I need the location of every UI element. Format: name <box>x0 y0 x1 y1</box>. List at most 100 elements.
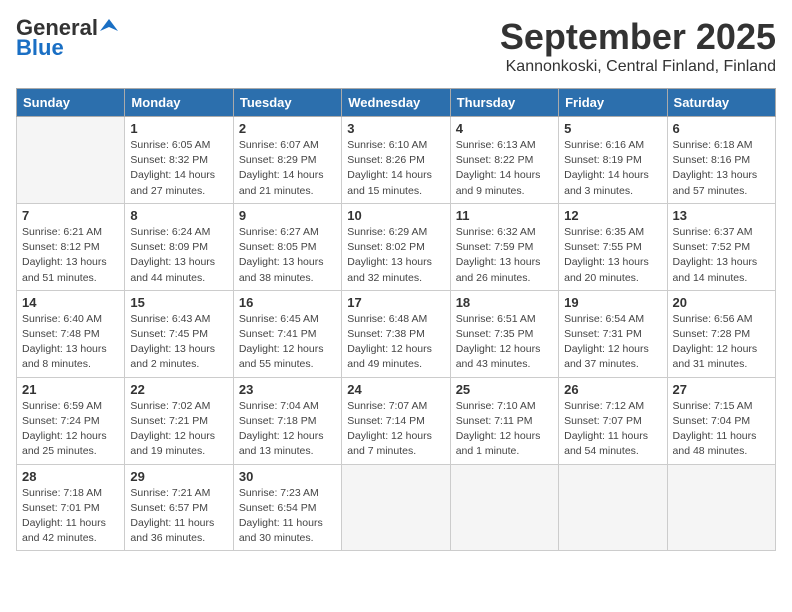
day-cell: 15 Sunrise: 6:43 AM Sunset: 7:45 PM Dayli… <box>125 290 233 377</box>
day-cell: 28 Sunrise: 7:18 AM Sunset: 7:01 PM Dayli… <box>17 464 125 551</box>
day-cell: 26Sunrise: 7:12 AM Sunset: 7:07 PM Dayli… <box>559 377 667 464</box>
day-number: 18 <box>456 295 553 310</box>
title-area: September 2025 Kannonkoski, Central Finl… <box>500 16 776 76</box>
day-number: 3 <box>347 121 444 136</box>
day-cell: 3Sunrise: 6:10 AM Sunset: 8:26 PM Daylig… <box>342 117 450 204</box>
day-cell: 8Sunrise: 6:24 AM Sunset: 8:09 PM Daylig… <box>125 203 233 290</box>
weekday-header-tuesday: Tuesday <box>233 89 341 117</box>
day-cell: 13 Sunrise: 6:37 AM Sunset: 7:52 PM Dayli… <box>667 203 775 290</box>
day-cell: 14Sunrise: 6:40 AM Sunset: 7:48 PM Dayli… <box>17 290 125 377</box>
day-info: Sunrise: 6:21 AM Sunset: 8:12 PM Dayligh… <box>22 225 119 286</box>
day-number: 16 <box>239 295 336 310</box>
location-title: Kannonkoski, Central Finland, Finland <box>500 58 776 76</box>
header: General Blue September 2025 Kannonkoski,… <box>16 16 776 76</box>
day-number: 25 <box>456 382 553 397</box>
day-info: Sunrise: 6:07 AM Sunset: 8:29 PM Dayligh… <box>239 138 336 199</box>
day-number: 12 <box>564 208 661 223</box>
day-info: Sunrise: 6:18 AM Sunset: 8:16 PM Dayligh… <box>673 138 770 199</box>
day-cell: 2 Sunrise: 6:07 AM Sunset: 8:29 PM Daylig… <box>233 117 341 204</box>
day-info: Sunrise: 7:18 AM Sunset: 7:01 PM Dayligh… <box>22 486 119 547</box>
day-number: 29 <box>130 469 227 484</box>
day-number: 19 <box>564 295 661 310</box>
day-info: Sunrise: 7:07 AM Sunset: 7:14 PM Dayligh… <box>347 399 444 460</box>
day-cell: 1 Sunrise: 6:05 AM Sunset: 8:32 PM Daylig… <box>125 117 233 204</box>
day-info: Sunrise: 6:37 AM Sunset: 7:52 PM Dayligh… <box>673 225 770 286</box>
day-number: 6 <box>673 121 770 136</box>
weekday-header-wednesday: Wednesday <box>342 89 450 117</box>
day-number: 22 <box>130 382 227 397</box>
day-info: Sunrise: 7:15 AM Sunset: 7:04 PM Dayligh… <box>673 399 770 460</box>
day-info: Sunrise: 6:13 AM Sunset: 8:22 PM Dayligh… <box>456 138 553 199</box>
day-info: Sunrise: 6:51 AM Sunset: 7:35 PM Dayligh… <box>456 312 553 373</box>
day-cell: 7Sunrise: 6:21 AM Sunset: 8:12 PM Daylig… <box>17 203 125 290</box>
day-number: 21 <box>22 382 119 397</box>
day-info: Sunrise: 6:54 AM Sunset: 7:31 PM Dayligh… <box>564 312 661 373</box>
day-info: Sunrise: 6:59 AM Sunset: 7:24 PM Dayligh… <box>22 399 119 460</box>
day-cell: 9 Sunrise: 6:27 AM Sunset: 8:05 PM Daylig… <box>233 203 341 290</box>
day-cell: 24 Sunrise: 7:07 AM Sunset: 7:14 PM Dayli… <box>342 377 450 464</box>
calendar-table: SundayMondayTuesdayWednesdayThursdayFrid… <box>16 88 776 551</box>
day-cell <box>667 464 775 551</box>
day-info: Sunrise: 7:10 AM Sunset: 7:11 PM Dayligh… <box>456 399 553 460</box>
day-cell: 21 Sunrise: 6:59 AM Sunset: 7:24 PM Dayli… <box>17 377 125 464</box>
day-cell: 16Sunrise: 6:45 AM Sunset: 7:41 PM Dayli… <box>233 290 341 377</box>
logo-bird-icon <box>100 17 118 35</box>
day-info: Sunrise: 7:02 AM Sunset: 7:21 PM Dayligh… <box>130 399 227 460</box>
day-cell: 4 Sunrise: 6:13 AM Sunset: 8:22 PM Daylig… <box>450 117 558 204</box>
day-cell: 19 Sunrise: 6:54 AM Sunset: 7:31 PM Dayli… <box>559 290 667 377</box>
day-cell: 11Sunrise: 6:32 AM Sunset: 7:59 PM Dayli… <box>450 203 558 290</box>
day-cell <box>17 117 125 204</box>
day-number: 10 <box>347 208 444 223</box>
weekday-header-saturday: Saturday <box>667 89 775 117</box>
day-cell: 12 Sunrise: 6:35 AM Sunset: 7:55 PM Dayli… <box>559 203 667 290</box>
day-info: Sunrise: 6:35 AM Sunset: 7:55 PM Dayligh… <box>564 225 661 286</box>
day-number: 13 <box>673 208 770 223</box>
day-info: Sunrise: 6:16 AM Sunset: 8:19 PM Dayligh… <box>564 138 661 199</box>
day-info: Sunrise: 6:43 AM Sunset: 7:45 PM Dayligh… <box>130 312 227 373</box>
day-cell <box>450 464 558 551</box>
day-info: Sunrise: 6:56 AM Sunset: 7:28 PM Dayligh… <box>673 312 770 373</box>
day-number: 2 <box>239 121 336 136</box>
day-cell: 27 Sunrise: 7:15 AM Sunset: 7:04 PM Dayli… <box>667 377 775 464</box>
day-number: 17 <box>347 295 444 310</box>
day-cell: 20 Sunrise: 6:56 AM Sunset: 7:28 PM Dayli… <box>667 290 775 377</box>
logo-blue-text: Blue <box>16 36 64 60</box>
week-row-4: 21 Sunrise: 6:59 AM Sunset: 7:24 PM Dayli… <box>17 377 776 464</box>
week-row-3: 14Sunrise: 6:40 AM Sunset: 7:48 PM Dayli… <box>17 290 776 377</box>
header-row: SundayMondayTuesdayWednesdayThursdayFrid… <box>17 89 776 117</box>
week-row-5: 28 Sunrise: 7:18 AM Sunset: 7:01 PM Dayli… <box>17 464 776 551</box>
day-info: Sunrise: 6:48 AM Sunset: 7:38 PM Dayligh… <box>347 312 444 373</box>
day-cell: 18 Sunrise: 6:51 AM Sunset: 7:35 PM Dayli… <box>450 290 558 377</box>
day-info: Sunrise: 6:40 AM Sunset: 7:48 PM Dayligh… <box>22 312 119 373</box>
month-title: September 2025 <box>500 16 776 58</box>
weekday-header-monday: Monday <box>125 89 233 117</box>
day-number: 28 <box>22 469 119 484</box>
weekday-header-friday: Friday <box>559 89 667 117</box>
day-number: 24 <box>347 382 444 397</box>
day-number: 9 <box>239 208 336 223</box>
day-cell: 23 Sunrise: 7:04 AM Sunset: 7:18 PM Dayli… <box>233 377 341 464</box>
day-info: Sunrise: 7:04 AM Sunset: 7:18 PM Dayligh… <box>239 399 336 460</box>
day-number: 20 <box>673 295 770 310</box>
day-cell: 30 Sunrise: 7:23 AM Sunset: 6:54 PM Dayli… <box>233 464 341 551</box>
day-info: Sunrise: 6:27 AM Sunset: 8:05 PM Dayligh… <box>239 225 336 286</box>
day-number: 1 <box>130 121 227 136</box>
week-row-1: 1 Sunrise: 6:05 AM Sunset: 8:32 PM Daylig… <box>17 117 776 204</box>
day-info: Sunrise: 6:05 AM Sunset: 8:32 PM Dayligh… <box>130 138 227 199</box>
day-cell: 22 Sunrise: 7:02 AM Sunset: 7:21 PM Dayli… <box>125 377 233 464</box>
day-number: 30 <box>239 469 336 484</box>
day-number: 5 <box>564 121 661 136</box>
logo: General Blue <box>16 16 118 60</box>
day-number: 23 <box>239 382 336 397</box>
day-number: 4 <box>456 121 553 136</box>
day-cell: 29Sunrise: 7:21 AM Sunset: 6:57 PM Dayli… <box>125 464 233 551</box>
week-row-2: 7Sunrise: 6:21 AM Sunset: 8:12 PM Daylig… <box>17 203 776 290</box>
day-info: Sunrise: 7:23 AM Sunset: 6:54 PM Dayligh… <box>239 486 336 547</box>
weekday-header-sunday: Sunday <box>17 89 125 117</box>
day-number: 15 <box>130 295 227 310</box>
day-cell: 10Sunrise: 6:29 AM Sunset: 8:02 PM Dayli… <box>342 203 450 290</box>
day-number: 27 <box>673 382 770 397</box>
day-number: 8 <box>130 208 227 223</box>
day-cell <box>342 464 450 551</box>
day-info: Sunrise: 7:12 AM Sunset: 7:07 PM Dayligh… <box>564 399 661 460</box>
